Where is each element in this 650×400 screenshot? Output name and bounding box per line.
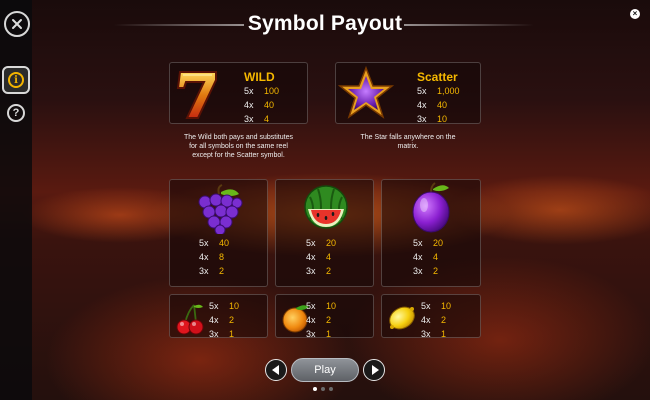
scatter-description: The Star falls anywhere on the matrix. <box>360 134 456 150</box>
page-indicator <box>313 387 333 391</box>
star-icon <box>338 65 394 119</box>
help-icon: ? <box>12 107 20 119</box>
grapes-payout-table: 5x 40 4x 8 3x 2 <box>199 238 230 276</box>
play-button[interactable]: Play <box>291 358 359 382</box>
wild-description: The Wild both pays and substitutes for a… <box>184 134 293 159</box>
scatter-payout-table: 5x 1,000 4x 40 3x 10 <box>417 86 460 124</box>
next-page-button[interactable] <box>363 359 385 381</box>
cherries-icon <box>176 304 204 335</box>
watermelon-panel: 5x 20 4x 4 3x 2 <box>275 179 374 287</box>
wild-payout-table: 5x 100 4x 40 3x 4 <box>244 86 280 124</box>
wild-panel: WILD 5x 100 4x 40 3x 4 <box>169 62 308 124</box>
plum-icon <box>412 182 450 233</box>
help-button[interactable]: ? <box>7 104 25 122</box>
watermelon-payout-table: 5x 20 4x 4 3x 2 <box>306 238 337 276</box>
grapes-panel: 5x 40 4x 8 3x 2 <box>169 179 268 287</box>
page-dot[interactable] <box>313 387 317 391</box>
plum-payout-table: 5x 20 4x 4 3x 2 <box>413 238 444 276</box>
orange-payout-table: 5x 10 4x 2 3x 1 <box>306 301 337 339</box>
orange-panel: 5x 10 4x 2 3x 1 <box>275 294 374 339</box>
scatter-panel: Scatter 5x 1,000 4x 40 3x 10 <box>335 62 481 124</box>
info-icon: i <box>8 72 24 88</box>
scatter-name: Scatter <box>417 70 458 84</box>
lemon-panel: 5x 10 4x 2 3x 1 <box>381 294 481 339</box>
plum-panel: 5x 20 4x 4 3x 2 <box>381 179 481 287</box>
lemon-payout-table: 5x 10 4x 2 3x 1 <box>421 301 452 339</box>
previous-page-button[interactable] <box>265 359 287 381</box>
page-dot[interactable] <box>329 387 333 391</box>
watermelon-icon <box>304 185 348 229</box>
chevron-right-icon <box>371 365 379 375</box>
cherries-panel: 5x 10 4x 2 3x 1 <box>169 294 268 339</box>
seven-icon <box>176 71 217 119</box>
lemon-icon <box>389 306 415 330</box>
chevron-left-icon <box>271 365 279 375</box>
page-dot[interactable] <box>321 387 325 391</box>
grapes-icon <box>198 184 243 234</box>
page-title: Symbol Payout <box>247 12 403 35</box>
wild-name: WILD <box>244 70 275 84</box>
sidebar: i ? <box>0 0 32 400</box>
cherries-payout-table: 5x 10 4x 2 3x 1 <box>209 301 240 339</box>
info-button[interactable]: i <box>2 66 30 94</box>
